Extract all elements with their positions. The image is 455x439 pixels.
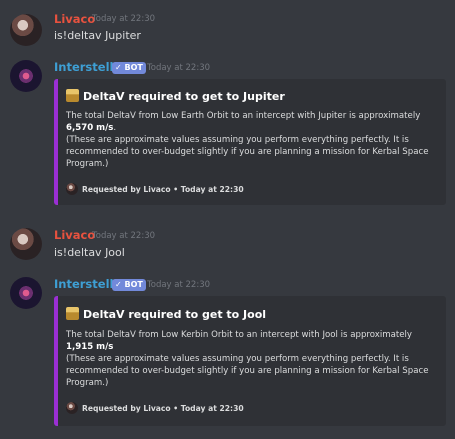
embed-note: (These are approximate values assuming y… bbox=[66, 354, 429, 388]
embed-description: The total DeltaV from Low Earth Orbit to… bbox=[66, 110, 442, 170]
requester-avatar-icon bbox=[66, 183, 78, 195]
embed-value: 1,915 m/s bbox=[66, 341, 442, 353]
message: Interstellar ✓ BOT Today at 22:30 DeltaV… bbox=[0, 55, 455, 215]
embed-line: The total DeltaV from Low Earth Orbit to… bbox=[66, 111, 421, 121]
embed-value: 6,570 m/s. bbox=[66, 123, 117, 133]
embed-description: The total DeltaV from Low Kerbin Orbit t… bbox=[66, 329, 442, 389]
embed-line: The total DeltaV from Low Kerbin Orbit t… bbox=[66, 330, 413, 340]
timestamp: Today at 22:30 bbox=[147, 63, 211, 73]
user-avatar-icon[interactable] bbox=[10, 228, 42, 260]
message: Livaco Today at 22:30 is!deltav Jool bbox=[0, 215, 455, 265]
author-name[interactable]: Livaco bbox=[54, 12, 95, 26]
bot-badge: ✓ BOT bbox=[112, 279, 146, 291]
bot-badge: ✓ BOT bbox=[112, 62, 146, 74]
footer-text: Requested by Livaco • Today at 22:30 bbox=[82, 404, 244, 413]
message: Livaco Today at 22:30 is!deltav Jupiter bbox=[0, 0, 455, 60]
embed-footer: Requested by Livaco • Today at 22:30 bbox=[66, 183, 244, 195]
bot-avatar-icon[interactable] bbox=[10, 60, 42, 92]
embed: DeltaV required to get to Jupiter The to… bbox=[54, 79, 446, 205]
requester-avatar-icon bbox=[66, 402, 78, 414]
embed-title-text: DeltaV required to get to Jupiter bbox=[83, 90, 285, 103]
user-avatar-icon[interactable] bbox=[10, 14, 42, 46]
author-name[interactable]: Livaco bbox=[54, 228, 95, 242]
embed-title: DeltaV required to get to Jupiter bbox=[66, 89, 285, 103]
embed-title-text: DeltaV required to get to Jool bbox=[83, 308, 267, 321]
message-content: is!deltav Jool bbox=[54, 246, 125, 259]
timestamp: Today at 22:30 bbox=[92, 231, 156, 241]
embed-title: DeltaV required to get to Jool bbox=[66, 307, 266, 321]
embed: DeltaV required to get to Jool The total… bbox=[54, 296, 446, 426]
bot-avatar-icon[interactable] bbox=[10, 277, 42, 309]
message-content: is!deltav Jupiter bbox=[54, 29, 141, 42]
fuel-pump-icon bbox=[66, 307, 79, 320]
embed-footer: Requested by Livaco • Today at 22:30 bbox=[66, 402, 244, 414]
footer-text: Requested by Livaco • Today at 22:30 bbox=[82, 185, 244, 194]
embed-value-text: 1,915 m/s bbox=[66, 342, 114, 352]
embed-value-text: 6,570 m/s bbox=[66, 123, 114, 133]
message: Interstellar ✓ BOT Today at 22:30 DeltaV… bbox=[0, 272, 455, 432]
fuel-pump-icon bbox=[66, 89, 79, 102]
timestamp: Today at 22:30 bbox=[92, 14, 156, 24]
timestamp: Today at 22:30 bbox=[147, 280, 211, 290]
embed-note: (These are approximate values assuming y… bbox=[66, 135, 429, 169]
